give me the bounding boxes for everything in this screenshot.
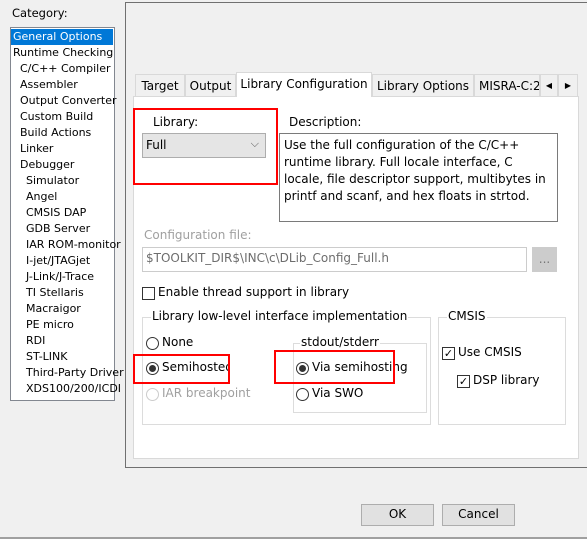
category-item[interactable]: PE micro [11, 317, 113, 333]
category-item[interactable]: Build Actions [11, 125, 113, 141]
radio-none-label: None [162, 335, 194, 349]
cmsis-group-title: CMSIS [447, 309, 487, 323]
description-text: Use the full configuration of the C/C++ … [279, 133, 558, 222]
category-item[interactable]: Debugger [11, 157, 113, 173]
use-cmsis-checkbox[interactable]: ✓ [442, 347, 455, 360]
tab-library-options[interactable]: Library Options [372, 74, 474, 97]
category-item[interactable]: ST-LINK [11, 349, 113, 365]
category-item[interactable]: CMSIS DAP [11, 205, 113, 221]
tab-library-configuration[interactable]: Library Configuration [236, 72, 372, 97]
category-item[interactable]: Linker [11, 141, 113, 157]
category-item[interactable]: RDI [11, 333, 113, 349]
dsp-library-label: DSP library [473, 373, 540, 387]
stdout-group-title: stdout/stderr [300, 335, 380, 349]
category-item[interactable]: Macraigor [11, 301, 113, 317]
category-item[interactable]: J-Link/J-Trace [11, 269, 113, 285]
tab-output[interactable]: Output [185, 74, 236, 97]
radio-via-swo[interactable] [296, 388, 309, 401]
highlight-semihosted [133, 354, 230, 384]
category-item[interactable]: Custom Build [11, 109, 113, 125]
tab-misra-c-2[interactable]: MISRA-C:2 [474, 74, 540, 97]
category-item[interactable]: C/C++ Compiler [11, 61, 113, 77]
category-item[interactable]: Third-Party Driver [11, 365, 124, 381]
radio-via-swo-label: Via SWO [312, 386, 364, 400]
description-label: Description: [289, 115, 362, 129]
highlight-via-semihosting [274, 350, 395, 384]
use-cmsis-label: Use CMSIS [458, 345, 522, 359]
tab-scroll-right-button[interactable]: ▶ [558, 74, 578, 97]
radio-none[interactable] [146, 337, 159, 350]
tab-target[interactable]: Target [135, 74, 185, 97]
category-list[interactable]: General Options Runtime Checking C/C++ Com… [10, 27, 124, 401]
category-item[interactable]: Runtime Checking [11, 45, 113, 61]
browse-config-button[interactable]: ... [532, 247, 557, 272]
thread-support-label: Enable thread support in library [158, 285, 350, 299]
category-item[interactable]: TI Stellaris [11, 285, 113, 301]
thread-support-checkbox[interactable] [142, 287, 155, 300]
cancel-button[interactable]: Cancel [442, 504, 515, 526]
category-item[interactable]: I-jet/JTAGjet [11, 253, 113, 269]
ok-button[interactable]: OK [361, 504, 434, 526]
dsp-library-checkbox[interactable]: ✓ [457, 375, 470, 388]
category-item[interactable]: General Options [11, 29, 113, 45]
cmsis-group: CMSIS [438, 309, 566, 425]
category-item[interactable]: GDB Server [11, 221, 113, 237]
config-file-input[interactable]: $TOOLKIT_DIR$\INC\c\DLib_Config_Full.h [142, 247, 527, 272]
category-item[interactable]: IAR ROM-monitor [11, 237, 121, 253]
category-item[interactable]: Angel [11, 189, 113, 205]
highlight-library [133, 108, 278, 185]
category-item[interactable]: Output Converter [11, 93, 117, 109]
category-item[interactable]: Simulator [11, 173, 113, 189]
radio-iar-breakpoint-label: IAR breakpoint [162, 386, 251, 400]
tab-scroll-left-button[interactable]: ◀ [540, 74, 558, 97]
category-item[interactable]: Assembler [11, 77, 113, 93]
category-item[interactable]: XDS100/200/ICDI [11, 381, 121, 397]
category-label: Category: [12, 6, 68, 20]
radio-iar-breakpoint[interactable] [146, 388, 159, 401]
lowlevel-group-title: Library low-level interface implementati… [151, 309, 409, 323]
config-file-label: Configuration file: [144, 228, 252, 242]
